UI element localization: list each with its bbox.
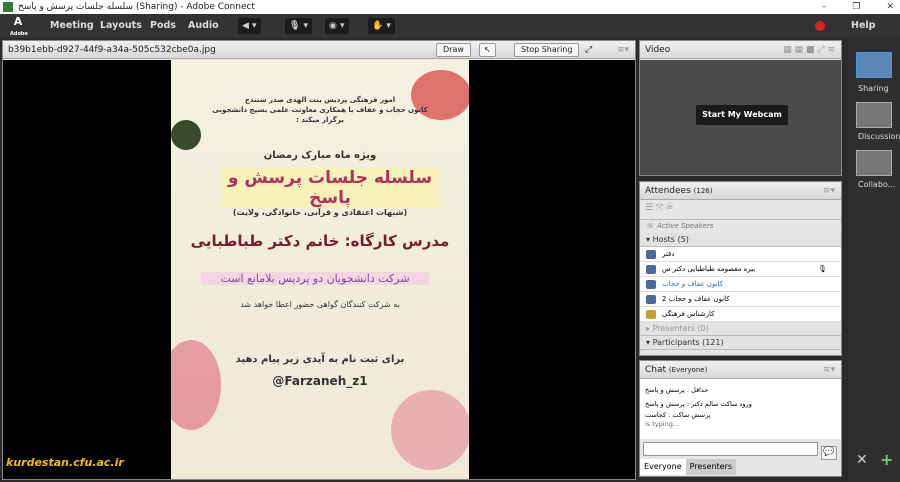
layout-label: Sharing xyxy=(858,84,889,93)
poster-line: شرکت دانشجویان دو پردیس بلامانع است xyxy=(201,272,429,285)
attendees-title: Attendees xyxy=(645,186,691,196)
pod-menu-icon[interactable]: ≡▾ xyxy=(823,361,835,379)
tab-presenters[interactable]: Presenters xyxy=(686,459,736,475)
poster-line: مدرس کارگاه: خانم دکتر طباطبایی xyxy=(171,232,469,250)
hand-icon: ✋ ▾ xyxy=(372,21,391,31)
chat-input-row: 💬 xyxy=(640,439,841,459)
minimize-button[interactable]: – xyxy=(822,0,827,14)
hosts-section[interactable]: ▾ Hosts (5) xyxy=(640,233,841,247)
attendee-view-toolbar: ☰ ⤧ ≟ xyxy=(640,200,841,220)
fullscreen-icon[interactable]: ⤢ xyxy=(585,41,592,59)
speaker-button[interactable]: ◀ ▾ xyxy=(238,18,261,34)
flower-decoration xyxy=(391,390,469,470)
poster-line: (شبهات اعتقادی و قرآنی، خانوادگی، ولایت) xyxy=(171,208,469,217)
user-icon xyxy=(646,310,656,319)
watermark: kurdestan.cfu.ac.ir xyxy=(6,456,124,469)
participants-section[interactable]: ▾ Participants (121) xyxy=(640,336,841,350)
pointer-icon: ↖ xyxy=(484,45,491,54)
layout-label: Discussion xyxy=(858,132,900,141)
active-speakers: ☏ Active Speakers xyxy=(640,220,841,233)
phone-icon: ☏ xyxy=(646,222,655,230)
window-title: سلسله جلسات پرسش و پاسخ (Sharing) - Adob… xyxy=(18,2,255,12)
pod-menu-icon[interactable]: ≡▾ xyxy=(823,182,835,200)
microphone-button[interactable]: 🎙 ▾ xyxy=(285,18,312,34)
menu-pods[interactable]: Pods xyxy=(150,20,176,31)
video-pod-title: Video xyxy=(645,45,670,55)
menu-meeting[interactable]: Meeting xyxy=(50,20,94,31)
poster-line: کانون حجاب و عفاف با همکاری معاونت علمی … xyxy=(171,106,469,114)
view-list-icon[interactable]: ☰ ⤧ ≟ xyxy=(645,203,674,213)
chat-scope: (Everyone) xyxy=(669,366,707,374)
layout-thumb-sharing[interactable] xyxy=(856,52,892,78)
chat-pod: Chat (Everyone) ≡▾ حداقل : پرسش و پاسخ ور… xyxy=(639,360,842,477)
user-icon xyxy=(646,295,656,304)
attendee-row[interactable]: بیره معصومه طباطبایی دکتر س🎙 xyxy=(640,262,841,277)
share-pod: b39b1ebb-d927-44f9-a34a-505c532cbe0a.jpg… xyxy=(2,40,636,480)
tab-everyone[interactable]: Everyone xyxy=(640,459,686,475)
poster-line: @Farzaneh_z1 xyxy=(171,374,469,388)
raise-hand-button[interactable]: ✋ ▾ xyxy=(368,18,395,34)
video-layout-icons[interactable]: ▦ ▦ ■ ⤢ ≡ xyxy=(783,41,835,59)
webcam-button[interactable]: ◉ ▾ xyxy=(325,18,349,34)
microphone-icon: 🎙 xyxy=(818,262,827,277)
chat-message: حداقل : پرسش و پاسخ xyxy=(645,383,836,397)
layout-thumb-collaboration[interactable] xyxy=(856,150,892,176)
send-message-button[interactable]: 💬 xyxy=(821,446,837,460)
poster-line: امور فرهنگی پردیس بنت الهدی صدر سنندج xyxy=(171,96,469,104)
maximize-button[interactable]: ❐ xyxy=(852,0,860,14)
speaker-icon: ◀ ▾ xyxy=(242,21,257,31)
poster-line: به شرکت کنندگان گواهی حضور اعطا خواهد شد xyxy=(171,300,469,309)
layout-thumb-discussion[interactable] xyxy=(856,102,892,128)
logo-emblem xyxy=(171,120,201,150)
attendee-row[interactable]: دفتر xyxy=(640,247,841,262)
poster-line: برگزار میکند : xyxy=(171,116,469,124)
pod-menu-icon[interactable]: ≡▾ xyxy=(617,41,629,59)
menu-bar: AAdobe Meeting Layouts Pods Audio ◀ ▾ 🎙 … xyxy=(0,14,900,38)
pointer-button[interactable]: ↖ xyxy=(479,43,496,57)
menu-layouts[interactable]: Layouts xyxy=(100,20,142,31)
chat-title: Chat xyxy=(645,365,666,375)
stop-sharing-button[interactable]: Stop Sharing xyxy=(514,43,579,57)
menu-audio[interactable]: Audio xyxy=(188,20,219,31)
webcam-icon: ◉ ▾ xyxy=(329,21,345,31)
layouts-bar: Sharing Discussion Collabo... ✕ + xyxy=(848,38,900,482)
recording-icon[interactable] xyxy=(815,21,825,31)
close-button[interactable]: ✕ xyxy=(886,0,894,14)
chat-message: ورود ساکت سالم دکتر : پرسش و پاسخ xyxy=(645,397,836,411)
app-icon xyxy=(3,2,13,12)
draw-button[interactable]: Draw xyxy=(436,43,471,57)
shared-image-poster: امور فرهنگی پردیس بنت الهدی صدر سنندج کا… xyxy=(171,60,469,479)
user-icon xyxy=(646,265,656,274)
menu-help[interactable]: Help xyxy=(851,20,875,31)
attendee-row[interactable]: کانون عفاف و حجاب xyxy=(640,277,841,292)
chat-message: پرسش ساکت : کجاست xyxy=(645,411,836,420)
attendees-pod: Attendees (126) ≡▾ ☰ ⤧ ≟ ☏ Active Speaker… xyxy=(639,181,842,356)
poster-line: سلسله جلسات پرسش و پاسخ xyxy=(221,168,439,208)
chat-tabs: Everyone Presenters xyxy=(640,459,841,475)
adobe-logo: AAdobe xyxy=(10,17,26,35)
attendee-row[interactable]: کانون عفاف و حجاب 2 xyxy=(640,292,841,307)
close-layouts-icon[interactable]: ✕ xyxy=(856,452,868,468)
add-layout-icon[interactable]: + xyxy=(880,450,893,469)
layout-label: Collabo... xyxy=(858,180,895,189)
title-bar: سلسله جلسات پرسش و پاسخ (Sharing) - Adob… xyxy=(0,0,900,14)
video-pod: Video ▦ ▦ ■ ⤢ ≡ Start My Webcam xyxy=(639,40,842,176)
poster-line: ویژه ماه مبارک رمضان xyxy=(171,150,469,161)
user-icon xyxy=(646,280,656,289)
chat-messages: حداقل : پرسش و پاسخ ورود ساکت سالم دکتر … xyxy=(640,379,841,439)
shared-filename: b39b1ebb-d927-44f9-a34a-505c532cbe0a.jpg xyxy=(8,45,216,55)
attendee-count: (126) xyxy=(694,187,713,195)
poster-line: برای ثبت نام به آیدی زیر پیام دهید xyxy=(171,354,469,365)
typing-indicator: is typing... xyxy=(645,420,836,428)
user-icon xyxy=(646,250,656,259)
microphone-icon: 🎙 ▾ xyxy=(289,21,308,31)
attendee-row[interactable]: کارشناس فرهنگی xyxy=(640,307,841,322)
presenters-section[interactable]: ▸ Presenters (0) xyxy=(640,322,841,336)
chat-input[interactable] xyxy=(643,442,818,456)
start-webcam-button[interactable]: Start My Webcam xyxy=(696,105,788,125)
